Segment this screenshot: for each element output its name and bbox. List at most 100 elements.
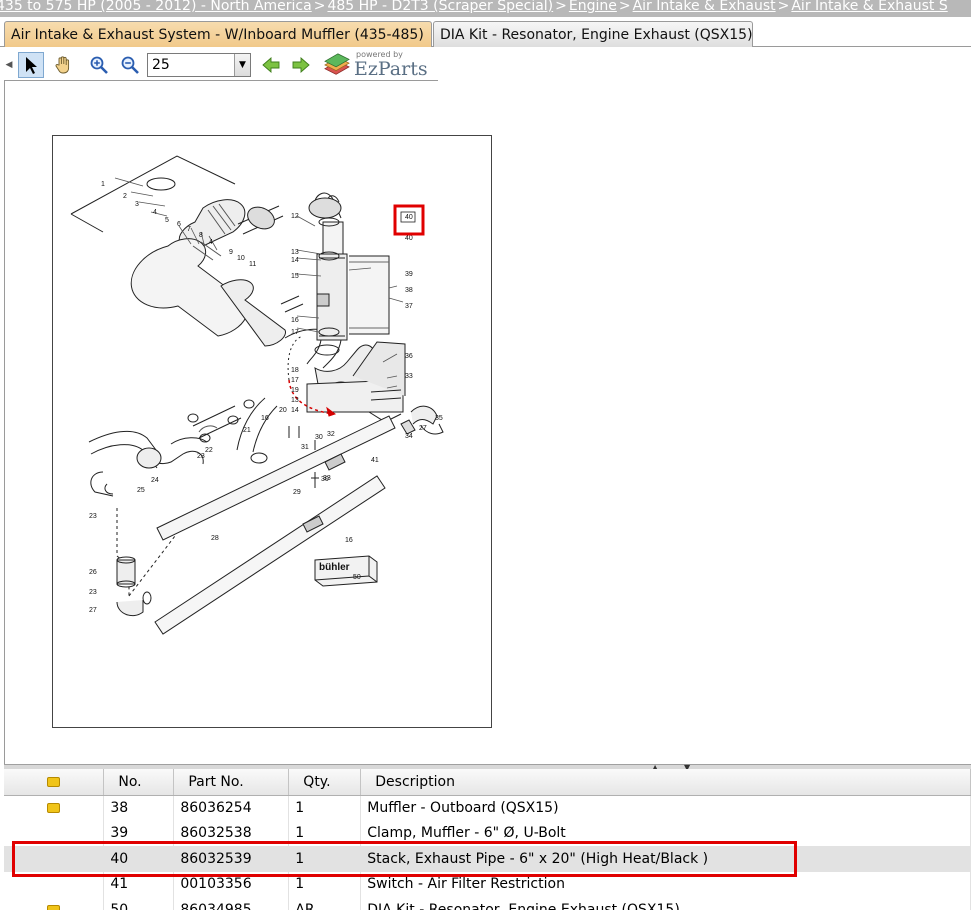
callout-label: 4 — [153, 209, 157, 216]
callout-label: 32 — [327, 431, 335, 438]
callout-label: 22 — [205, 447, 213, 454]
cell-no: 50 — [103, 897, 175, 910]
toolbar-scroll-left-icon[interactable]: ◀ — [4, 48, 14, 81]
parts-list-pane: No. Part No. Qty. Description 38 8603625… — [4, 769, 971, 910]
callout-label: 23 — [89, 513, 97, 520]
table-row[interactable]: 41 00103356 1 Switch - Air Filter Restri… — [4, 871, 971, 897]
breadcrumb-link-engine[interactable]: Engine — [569, 0, 617, 14]
table-row-selected[interactable]: 40 86032539 1 Stack, Exhaust Pipe - 6" x… — [4, 846, 971, 872]
row-note-cell — [4, 846, 105, 872]
callout-label: 7 — [187, 226, 191, 233]
ezparts-logo: powered by EzParts — [322, 50, 432, 80]
callout-label: 15 — [291, 273, 299, 280]
callout-label: 16 — [345, 537, 353, 544]
zoom-level-input[interactable] — [148, 54, 234, 76]
buhler-brand-label: bühler — [319, 562, 350, 573]
callout-label: 4 — [209, 239, 213, 246]
callout-label: 23 — [197, 453, 205, 460]
cell-part-no: 86034985 — [173, 897, 290, 910]
cell-description: Clamp, Muffler - 6" Ø, U-Bolt — [360, 820, 971, 846]
zoom-out-icon — [121, 56, 139, 74]
cell-no: 38 — [103, 795, 175, 821]
cell-description: Stack, Exhaust Pipe - 6" x 20" (High Hea… — [360, 846, 971, 872]
hand-icon — [55, 56, 70, 74]
callout-label: 38 — [405, 287, 413, 294]
callout-label: 16 — [291, 317, 299, 324]
zoom-level-select[interactable]: ▼ — [147, 53, 251, 77]
callout-label: 21 — [243, 427, 251, 434]
callout-label: 8 — [199, 232, 203, 239]
breadcrumb-separator: > — [777, 0, 790, 14]
pointer-icon — [26, 57, 37, 74]
callout-label: 25 — [137, 487, 145, 494]
column-header-notes[interactable] — [4, 769, 105, 796]
callout-label: 17 — [291, 377, 299, 384]
breadcrumb-link-variant[interactable]: 485 HP - D2T3 (Scraper Special) — [327, 0, 553, 14]
note-icon[interactable] — [47, 904, 61, 910]
callout-label: 2 — [123, 193, 127, 200]
drawing-viewer[interactable]: 1 2 3 4 5 6 7 8 4 9 10 11 12 13 14 15 16… — [4, 81, 971, 764]
callout-label: 20 — [279, 407, 287, 414]
breadcrumb-separator: > — [555, 0, 567, 14]
callout-label: 6 — [177, 221, 181, 228]
callout-label: 13 — [291, 249, 299, 256]
cell-description: Muffler - Outboard (QSX15) — [360, 795, 971, 821]
breadcrumb-link-air-intake[interactable]: Air Intake & Exhaust — [633, 0, 776, 14]
zoom-out-button[interactable] — [117, 52, 143, 78]
callout-label: 16 — [261, 415, 269, 422]
callout-label: 40 — [405, 235, 413, 242]
table-header-row: No. Part No. Qty. Description — [4, 769, 971, 796]
column-header-part-no[interactable]: Part No. — [173, 769, 290, 796]
cell-qty: 1 — [288, 871, 362, 897]
select-pointer-button[interactable] — [18, 52, 44, 78]
parts-table: No. Part No. Qty. Description 38 8603625… — [4, 769, 971, 910]
cell-qty: 1 — [288, 820, 362, 846]
buhler-box-number: 50 — [353, 574, 361, 581]
previous-button[interactable] — [258, 52, 284, 78]
cell-part-no: 86032538 — [173, 820, 290, 846]
callout-label: 31 — [301, 444, 309, 451]
callout-label-highlighted[interactable]: 40 — [405, 214, 413, 221]
exploded-diagram-sheet[interactable]: 1 2 3 4 5 6 7 8 4 9 10 11 12 13 14 15 16… — [52, 135, 492, 728]
logo-name: EzParts — [354, 58, 428, 80]
callout-label: 33 — [323, 475, 331, 482]
tab-bar: Air Intake & Exhaust System - W/Inboard … — [0, 17, 971, 47]
arrow-right-icon — [292, 57, 310, 73]
buhler-part-box: bühler 50 — [314, 555, 378, 587]
cell-qty: 1 — [288, 795, 362, 821]
callout-label: 39 — [405, 271, 413, 278]
chevron-down-icon[interactable]: ▼ — [234, 54, 250, 76]
cell-description: DIA Kit - Resonator, Engine Exhaust (QSX… — [360, 897, 971, 910]
breadcrumb-link-air-intake-system[interactable]: Air Intake & Exhaust S — [791, 0, 947, 14]
row-note-cell — [4, 795, 105, 821]
column-header-description[interactable]: Description — [360, 769, 971, 796]
note-icon[interactable] — [47, 803, 61, 813]
tab-dia-kit-resonator[interactable]: DIA Kit - Resonator, Engine Exhaust (QSX… — [433, 21, 753, 47]
cell-description: Switch - Air Filter Restriction — [360, 871, 971, 897]
books-icon — [324, 53, 350, 75]
table-row[interactable]: 39 86032538 1 Clamp, Muffler - 6" Ø, U-B… — [4, 820, 971, 846]
next-button[interactable] — [288, 52, 314, 78]
column-header-qty[interactable]: Qty. — [288, 769, 362, 796]
callout-label: 13 — [291, 397, 299, 404]
zoom-in-button[interactable] — [86, 52, 112, 78]
breadcrumb-separator: > — [313, 0, 326, 14]
callout-label: 34 — [405, 433, 413, 440]
callout-label: 14 — [291, 407, 299, 414]
callout-label: 26 — [89, 569, 97, 576]
callout-label: 9 — [229, 249, 233, 256]
cell-no: 40 — [103, 846, 175, 872]
table-row[interactable]: 50 86034985 AR DIA Kit - Resonator, Engi… — [4, 897, 971, 910]
callout-label: 17 — [291, 329, 299, 336]
tab-air-intake-exhaust-system[interactable]: Air Intake & Exhaust System - W/Inboard … — [4, 21, 432, 47]
pan-hand-button[interactable] — [50, 52, 76, 78]
breadcrumb-link-model[interactable]: 435 to 575 HP (2005 - 2012) - North Amer… — [0, 0, 312, 14]
table-row[interactable]: 38 86036254 1 Muffler - Outboard (QSX15) — [4, 795, 971, 821]
breadcrumb-separator: > — [618, 0, 631, 14]
callout-label: 18 — [291, 367, 299, 374]
callout-label: 37 — [405, 303, 413, 310]
callout-label: 10 — [237, 255, 245, 262]
column-header-no[interactable]: No. — [103, 769, 175, 796]
cell-no: 39 — [103, 820, 175, 846]
row-note-cell — [4, 820, 105, 846]
